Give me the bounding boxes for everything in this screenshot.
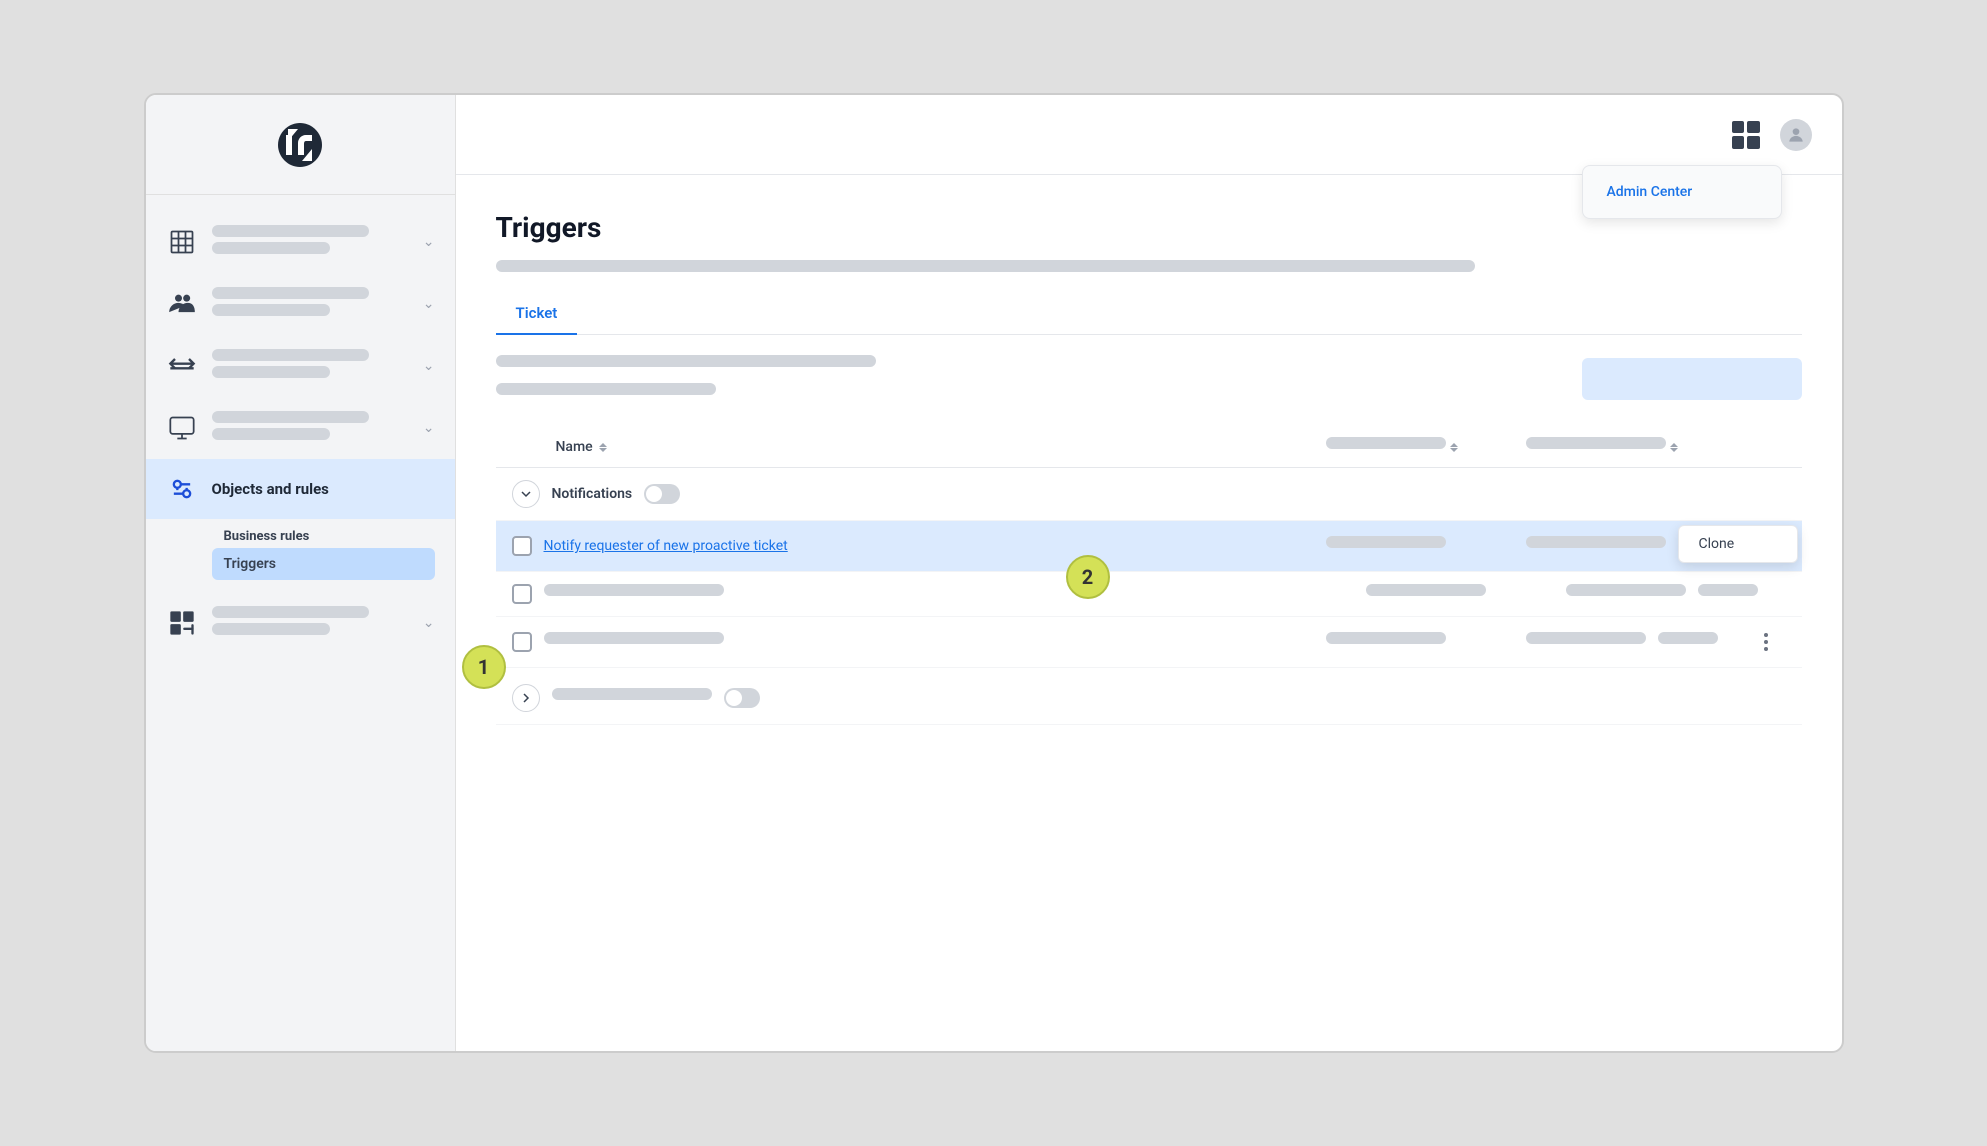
group-row-bottom <box>496 672 1802 725</box>
annotation-2: 2 <box>1066 555 1110 599</box>
clone-menu-item[interactable]: Clone <box>1679 526 1797 562</box>
sidebar-item-channels[interactable]: ⌄ <box>146 335 455 397</box>
row-right-col <box>1566 584 1786 604</box>
row-name-col <box>544 584 1366 604</box>
sub-nav: Business rules Triggers <box>146 519 455 580</box>
row-name-col <box>544 632 1326 652</box>
screen: ⌄ ⌄ <box>144 93 1844 1053</box>
chevron-down-icon: ⌄ <box>423 296 435 312</box>
row-mid-col <box>1326 536 1526 556</box>
sidebar: ⌄ ⌄ <box>146 95 456 1051</box>
sidebar-nav: ⌄ ⌄ <box>146 195 455 1051</box>
building-icon <box>166 226 198 258</box>
bottom-group-toggle[interactable] <box>724 688 760 708</box>
table-header: Name <box>496 427 1802 468</box>
sidebar-item-marketplace[interactable]: ⌄ <box>146 592 455 654</box>
context-menu: Clone <box>1678 525 1798 563</box>
dropdown-menu: Admin Center <box>1582 165 1782 219</box>
annotation-1: 1 <box>462 645 506 689</box>
people-icon <box>166 288 198 320</box>
row-checkbox[interactable] <box>512 536 532 556</box>
name-label: Name <box>556 439 593 455</box>
marketplace-icon <box>166 607 198 639</box>
objects-nav-label: Objects and rules <box>212 480 329 498</box>
row-mid-col <box>1326 632 1526 652</box>
zendesk-logo <box>270 115 330 175</box>
tab-ticket[interactable]: Ticket <box>496 292 578 334</box>
group-expand-button[interactable] <box>512 480 540 508</box>
sidebar-item-people[interactable]: ⌄ <box>146 273 455 335</box>
row-checkbox[interactable] <box>512 632 532 652</box>
table-row <box>496 572 1802 617</box>
chevron-down-icon: ⌄ <box>423 615 435 631</box>
building-nav-text <box>212 225 409 259</box>
channels-nav-text <box>212 349 409 383</box>
trigger-link[interactable]: Notify requester of new proactive ticket <box>544 538 788 554</box>
table-row: Notify requester of new proactive ticket <box>496 521 1802 572</box>
group-label: Notifications <box>552 486 633 502</box>
workspace-icon <box>166 412 198 444</box>
chevron-right-icon <box>520 692 532 704</box>
workspace-nav-text <box>212 411 409 445</box>
header-col3 <box>1526 437 1746 457</box>
row-right-col <box>1526 632 1746 652</box>
tabs: Ticket <box>496 292 1802 335</box>
filter-row <box>496 355 1802 403</box>
chevron-down-icon <box>520 488 532 500</box>
sort-icon-2[interactable] <box>1450 443 1458 452</box>
group-expand-button-2[interactable] <box>512 684 540 712</box>
row-mid-col <box>1366 584 1566 604</box>
objects-icon <box>166 473 198 505</box>
row-actions <box>1746 629 1786 655</box>
subtitle-skeleton <box>496 260 1802 272</box>
marketplace-nav-text <box>212 606 409 640</box>
row-name-col: Notify requester of new proactive ticket <box>544 538 1326 554</box>
group-row-notifications: Notifications <box>496 468 1802 521</box>
logo-area <box>146 95 455 195</box>
bottom-group-label-skeleton <box>552 688 712 700</box>
user-icon <box>1786 125 1806 145</box>
apps-grid-icon <box>1732 121 1760 149</box>
header-name: Name <box>556 439 1326 455</box>
content-area: Triggers Ticket Name <box>456 175 1842 1051</box>
sidebar-item-workspace[interactable]: ⌄ <box>146 397 455 459</box>
people-nav-text <box>212 287 409 321</box>
apps-button[interactable] <box>1728 117 1764 153</box>
sort-icon-3[interactable] <box>1670 443 1678 452</box>
sort-icon[interactable] <box>599 443 607 452</box>
sub-nav-section-label: Business rules <box>212 519 435 548</box>
action-button[interactable] <box>1582 358 1802 400</box>
group-toggle[interactable] <box>644 484 680 504</box>
admin-center-link[interactable]: Admin Center <box>1591 174 1773 210</box>
main-content: Admin Center Triggers Ticket <box>456 95 1842 1051</box>
user-avatar[interactable] <box>1780 119 1812 151</box>
chevron-down-icon: ⌄ <box>423 420 435 436</box>
sub-nav-item-triggers[interactable]: Triggers <box>212 548 435 580</box>
sidebar-item-objects[interactable]: Objects and rules <box>146 459 455 519</box>
filter-left <box>496 355 876 403</box>
chevron-down-icon: ⌄ <box>423 234 435 250</box>
header-col2 <box>1326 437 1526 457</box>
channels-icon <box>166 350 198 382</box>
sidebar-item-buildings[interactable]: ⌄ <box>146 211 455 273</box>
row-actions-button[interactable] <box>1746 629 1786 655</box>
row-checkbox[interactable] <box>512 584 532 604</box>
chevron-down-icon: ⌄ <box>423 358 435 374</box>
table-row <box>496 617 1802 668</box>
topbar: Admin Center <box>456 95 1842 175</box>
